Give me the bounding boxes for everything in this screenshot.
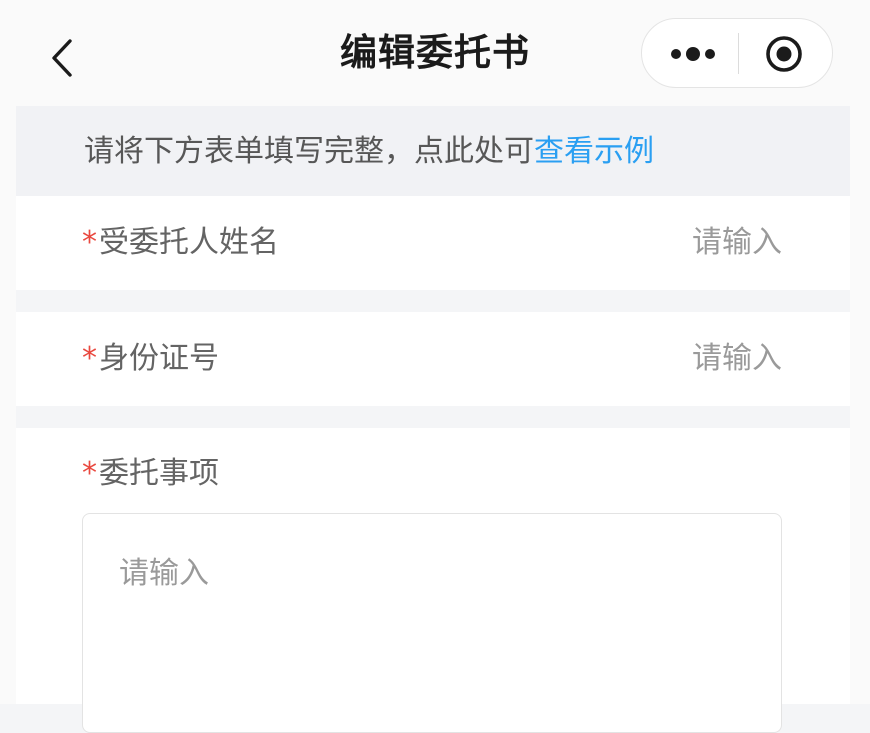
field-label: *受委托人姓名 (82, 221, 279, 265)
field-label: *委托事项 (82, 452, 219, 496)
navigation-bar: 编辑委托书 (0, 0, 870, 106)
id-number-input[interactable]: 请输入 (692, 337, 782, 381)
capsule-divider (738, 33, 739, 74)
required-mark: * (82, 456, 97, 491)
form-section-matters: *委托事项 请输入 (16, 428, 850, 733)
field-label-text: 身份证号 (99, 341, 219, 376)
form-row-entrusted-name[interactable]: *受委托人姓名 请输入 (16, 196, 850, 290)
tip-message: 请将下方表单填写完整，点此处可 (84, 134, 534, 169)
mini-program-capsule (641, 18, 833, 88)
tip-banner: 请将下方表单填写完整，点此处可查看示例 (16, 106, 850, 196)
page-edge (0, 106, 16, 704)
field-label: *身份证号 (82, 337, 219, 381)
tip-text: 请将下方表单填写完整，点此处可查看示例 (84, 130, 654, 174)
more-dots-icon[interactable] (670, 43, 716, 65)
textarea-placeholder: 请输入 (119, 556, 209, 591)
field-label-text: 委托事项 (99, 456, 219, 491)
required-mark: * (82, 225, 97, 260)
field-label-text: 受委托人姓名 (99, 225, 279, 260)
required-mark: * (82, 341, 97, 376)
page-edge (850, 106, 870, 704)
target-circle-icon[interactable] (765, 35, 803, 73)
form-row-id-number[interactable]: *身份证号 请输入 (16, 312, 850, 406)
view-example-link[interactable]: 查看示例 (534, 134, 654, 169)
matters-textarea[interactable]: 请输入 (82, 513, 782, 733)
entrusted-name-input[interactable]: 请输入 (692, 221, 782, 265)
